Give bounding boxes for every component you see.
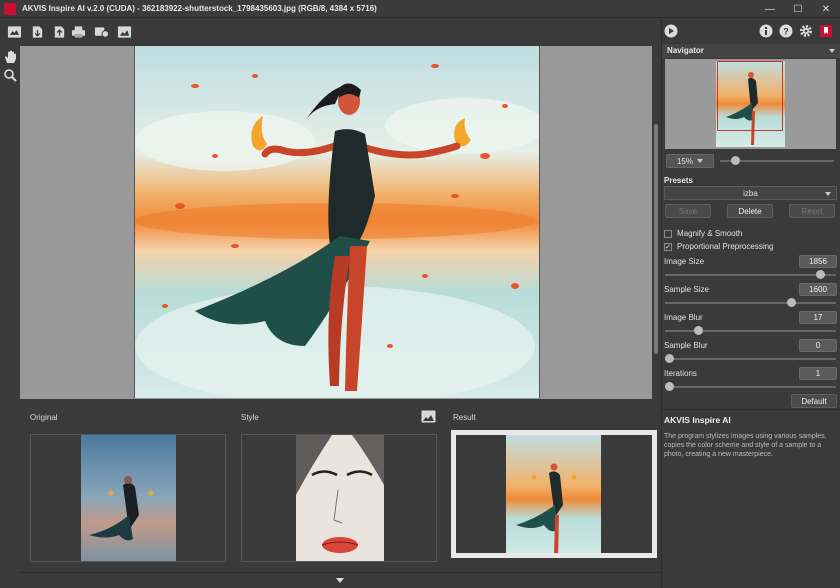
result-image [134, 46, 540, 398]
iterations-track[interactable] [665, 386, 836, 388]
maximize-button[interactable]: ☐ [784, 0, 812, 18]
style-thumbnail[interactable] [241, 434, 437, 562]
navigator-viewport-rect[interactable] [717, 61, 783, 131]
canvas-vertical-scrollbar[interactable] [652, 46, 660, 399]
hand-icon[interactable] [3, 50, 17, 64]
canvas-scroll-thumb[interactable] [654, 124, 658, 354]
proportional-checkbox[interactable]: ✓ [664, 242, 672, 251]
preset-select[interactable]: izba [664, 186, 837, 200]
sample-blur-label: Sample Blur [664, 341, 708, 350]
result-label: Result [453, 413, 476, 422]
sample-size-knob[interactable] [786, 298, 796, 307]
image-blur-label: Image Blur [664, 313, 703, 322]
image-blur-track[interactable] [665, 330, 836, 332]
expand-panel-bar[interactable] [20, 572, 660, 588]
sample-size-value[interactable]: 1600 [799, 283, 837, 296]
chevron-down-icon [697, 159, 703, 163]
iterations-knob[interactable] [665, 382, 674, 391]
sample-blur-knob[interactable] [665, 354, 674, 363]
image-size-knob[interactable] [815, 270, 825, 279]
original-label: Original [30, 413, 58, 422]
app-logo-icon [4, 2, 16, 15]
settings-panel: ? Navigator 15% Presets izba Save Delete… [661, 19, 840, 588]
info-panel: AKVIS Inspire AI The program stylizes im… [662, 409, 840, 588]
title-bar: AKVIS Inspire AI v.2.0 (CUDA) - 36218392… [0, 0, 840, 18]
info-title: AKVIS Inspire AI [664, 415, 731, 425]
proportional-label: Proportional Preprocessing [677, 242, 774, 251]
save-preset-button[interactable]: Save [665, 204, 711, 218]
delete-preset-button[interactable]: Delete [727, 204, 773, 218]
right-toolbar: ? [662, 19, 840, 45]
presets-label: Presets [664, 176, 693, 185]
zoom-select[interactable]: 15% [666, 154, 714, 168]
sample-blur-value[interactable]: 0 [799, 339, 837, 352]
style-label: Style [241, 413, 259, 422]
magnify-smooth-option[interactable]: Magnify & Smooth [664, 228, 742, 239]
navigator-header[interactable]: Navigator [662, 44, 840, 58]
image-size-value[interactable]: 1856 [799, 255, 837, 268]
image-size-label: Image Size [664, 257, 705, 266]
window-title: AKVIS Inspire AI v.2.0 (CUDA) - 36218392… [22, 4, 377, 13]
zoom-value: 15% [676, 156, 693, 166]
magnify-smooth-checkbox[interactable] [664, 229, 672, 238]
left-toolbar [0, 46, 20, 586]
close-button[interactable]: ✕ [812, 0, 840, 18]
help-icon[interactable]: ? [779, 24, 793, 38]
preset-value: izba [743, 188, 758, 198]
collapse-icon[interactable] [829, 49, 835, 53]
print-icon[interactable] [70, 24, 86, 39]
run-icon[interactable] [664, 24, 678, 38]
chevron-down-icon [825, 192, 831, 196]
image-size-track[interactable] [665, 274, 836, 276]
sample-size-track[interactable] [665, 302, 836, 304]
load-style-image-icon[interactable] [421, 410, 436, 423]
image-blur-value[interactable]: 17 [799, 311, 837, 324]
save-import-icon[interactable] [29, 24, 45, 39]
magnify-smooth-label: Magnify & Smooth [677, 229, 743, 238]
image-blur-knob[interactable] [694, 326, 704, 335]
original-thumbnail[interactable] [30, 434, 226, 562]
chevron-down-icon[interactable] [336, 578, 344, 583]
iterations-value[interactable]: 1 [799, 367, 837, 380]
thumbnails-panel: Original Style Result [20, 402, 660, 572]
iterations-label: Iterations [664, 369, 697, 378]
result-thumbnail[interactable] [451, 430, 657, 558]
navigator-title: Navigator [667, 46, 704, 55]
info-text: The program stylizes images using variou… [664, 433, 827, 458]
proportional-option[interactable]: ✓ Proportional Preprocessing [664, 241, 774, 252]
zoom-icon[interactable] [3, 68, 17, 82]
zoom-slider-knob[interactable] [730, 156, 740, 165]
sample-size-label: Sample Size [664, 285, 709, 294]
image-icon[interactable] [116, 24, 132, 39]
svg-text:?: ? [783, 27, 789, 37]
open-image-icon[interactable] [6, 24, 22, 39]
default-button[interactable]: Default [791, 394, 837, 408]
save-export-icon[interactable] [51, 24, 67, 39]
sample-blur-track[interactable] [665, 358, 836, 360]
info-icon[interactable] [759, 24, 773, 38]
navigator-preview[interactable] [665, 59, 836, 149]
reset-preset-button[interactable]: Reset [789, 204, 835, 218]
image-canvas[interactable] [20, 46, 652, 399]
batch-icon[interactable] [93, 24, 109, 39]
minimize-button[interactable]: — [756, 0, 784, 18]
settings-icon[interactable] [799, 24, 813, 38]
bookmark-icon[interactable] [819, 24, 833, 38]
